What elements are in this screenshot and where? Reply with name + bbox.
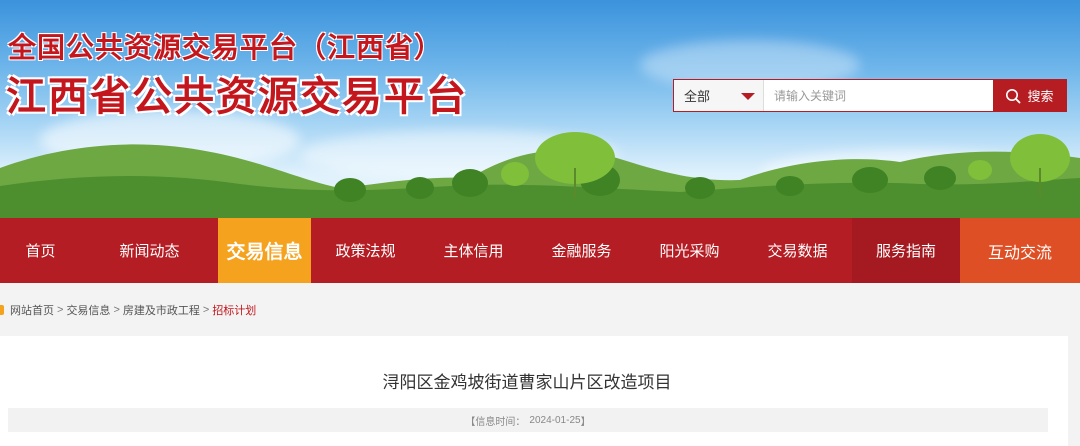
site-title[interactable]: 江西省公共资源交易平台 [6,64,468,122]
nav-item-home[interactable]: 首页 [0,218,81,283]
nav-item-trade-info[interactable]: 交易信息 [218,218,311,283]
location-marker-icon [0,305,4,315]
nav-item-credit[interactable]: 主体信用 [420,218,527,283]
breadcrumb-trade-info[interactable]: 交易信息 [66,302,110,318]
nav-item-policy[interactable]: 政策法规 [311,218,420,283]
header-banner: 全国公共资源交易平台（江西省） 江西省公共资源交易平台 全部 搜索 [0,0,1080,218]
article-title: 浔阳区金鸡坡街道曹家山片区改造项目 [382,373,672,393]
nav-item-news[interactable]: 新闻动态 [81,218,218,283]
breadcrumb: 网站首页 > 交易信息 > 房建及市政工程 > 招标计划 [0,300,256,320]
nav-item-interaction[interactable]: 互动交流 [960,218,1080,283]
breadcrumb-separator: > [202,304,210,316]
search-category-value: 全部 [684,89,711,104]
search-icon [1006,88,1021,103]
hills-decoration [0,132,1080,218]
search-button-label: 搜索 [1027,89,1054,104]
meta-suffix: 】 [580,416,591,428]
article-meta: 【信息时间： 2024-01-25 】 [8,408,1048,432]
nav-item-service-guide[interactable]: 服务指南 [852,218,960,283]
site-subtitle: 全国公共资源交易平台（江西省） [8,31,444,64]
search-button[interactable]: 搜索 [993,80,1066,111]
breadcrumb-separator: > [113,304,120,316]
nav-item-procurement[interactable]: 阳光采购 [636,218,743,283]
breadcrumb-current[interactable]: 招标计划 [212,302,256,318]
caret-down-icon [741,93,755,100]
nav-item-trade-data[interactable]: 交易数据 [743,218,852,283]
breadcrumb-construction[interactable]: 房建及市政工程 [123,302,200,318]
search-bar: 全部 搜索 [673,79,1067,112]
main-nav: 首页 新闻动态 交易信息 政策法规 主体信用 金融服务 阳光采购 交易数据 服务… [0,218,1080,283]
search-category-select[interactable]: 全部 [674,80,764,111]
breadcrumb-home[interactable]: 网站首页 [10,302,54,318]
nav-item-finance[interactable]: 金融服务 [527,218,636,283]
meta-prefix: 【信息时间： [465,416,526,428]
publish-date: 2024-01-25 [529,414,581,426]
article-panel: 浔阳区金鸡坡街道曹家山片区改造项目 【信息时间： 2024-01-25 】 [0,336,1068,446]
search-input[interactable] [764,80,993,111]
breadcrumb-separator: > [57,304,64,316]
